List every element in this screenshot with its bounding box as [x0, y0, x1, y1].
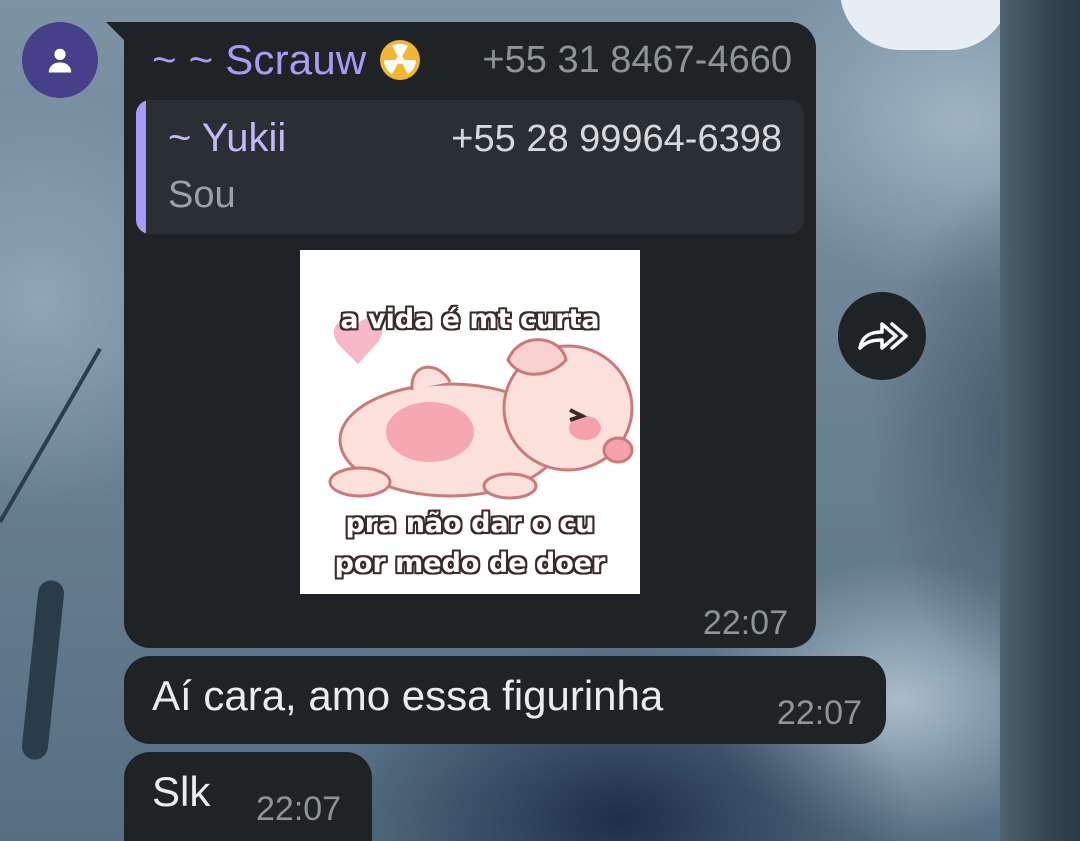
forward-button[interactable] — [838, 292, 926, 380]
sender-avatar[interactable] — [22, 22, 98, 98]
quoted-text: Sou — [168, 174, 236, 216]
sticker-caption-bottom-2: por medo de doer — [334, 548, 606, 579]
sender-row: ~ ~ Scrauw +55 31 8467-4660 — [152, 36, 792, 84]
wallpaper-stick — [20, 579, 66, 761]
quote-accent-bar — [136, 100, 146, 234]
message-time: 22:07 — [256, 790, 342, 828]
person-icon — [48, 48, 72, 73]
sticker-caption-top: a vida é mt curta — [340, 304, 600, 335]
sticker-caption-bottom-1: pra não dar o cu — [345, 508, 595, 539]
quoted-message[interactable]: ~ Yukii +55 28 99964-6398 Sou — [136, 100, 804, 234]
quoted-sender-phone: +55 28 99964-6398 — [451, 118, 782, 160]
wallpaper-shape — [840, 0, 1010, 50]
quoted-sender-name: ~ Yukii — [168, 116, 287, 160]
sender-phone: +55 31 8467-4660 — [482, 38, 792, 81]
sticker-image[interactable]: a vida é mt curta pra não dar o cu por m… — [300, 250, 640, 594]
message-time: 22:07 — [702, 604, 788, 642]
radioactive-icon — [380, 40, 421, 80]
message-bubble-sticker[interactable]: ~ ~ Scrauw +55 31 8467-4660 ~ Yukii +55 … — [124, 22, 816, 648]
message-bubble-text[interactable]: Aí cara, amo essa figurinha 22:07 — [124, 656, 886, 744]
sender-name[interactable]: ~ ~ Scrauw — [152, 36, 366, 84]
pig-sticker-illustration — [328, 317, 634, 500]
message-time: 22:07 — [776, 694, 862, 732]
forward-icon — [858, 322, 908, 350]
bubble-tail — [106, 22, 126, 42]
message-text: Aí cara, amo essa figurinha — [152, 672, 664, 719]
wallpaper-line — [0, 347, 102, 523]
wallpaper-pillar — [1000, 0, 1080, 841]
message-bubble-text[interactable]: Slk 22:07 — [124, 752, 372, 841]
message-text: Slk — [152, 768, 211, 815]
